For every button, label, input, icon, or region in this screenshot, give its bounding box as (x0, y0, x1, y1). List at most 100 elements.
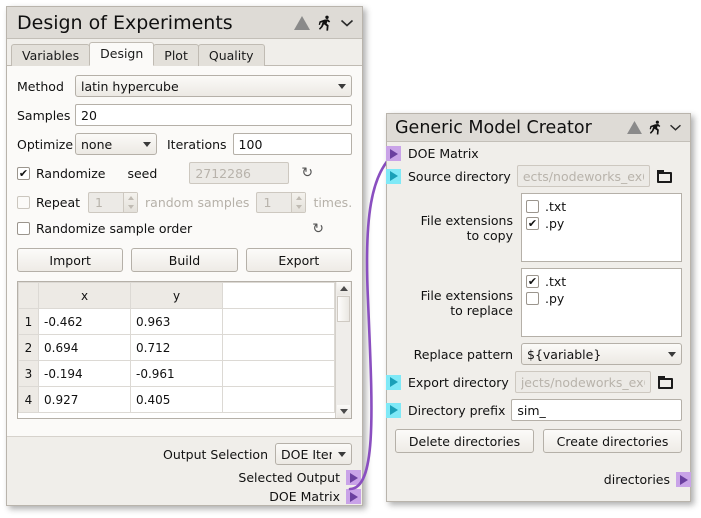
table-header-row: x y (19, 283, 335, 309)
repeat-checkbox[interactable] (17, 196, 30, 209)
chevron-down-icon[interactable] (340, 18, 354, 28)
run-person-icon[interactable] (649, 120, 662, 135)
input-port-export-directory[interactable] (386, 375, 401, 390)
repeat-count-stepper[interactable]: 1 (88, 192, 138, 213)
extensions-copy-listbox[interactable]: .txt ✔ .py (521, 193, 682, 262)
optimize-row: Optimize none Iterations 100 (17, 133, 352, 155)
doe-title: Design of Experiments (17, 12, 294, 34)
directory-prefix-input[interactable]: sim_ (511, 399, 682, 421)
import-button[interactable]: Import (17, 248, 123, 272)
output-port-doe-matrix[interactable] (346, 489, 361, 504)
table-row[interactable]: 3 -0.194 -0.961 (19, 361, 335, 387)
source-directory-row: Source directory ects/nodeworks_ex6 (387, 165, 682, 187)
doe-matrix-table[interactable]: x y 1 -0.462 0.963 2 0.694 (17, 281, 352, 419)
tab-quality[interactable]: Quality (198, 44, 265, 66)
seed-input[interactable]: 2712286 (189, 162, 289, 184)
run-person-icon[interactable] (318, 15, 332, 31)
chevron-down-icon[interactable] (669, 123, 682, 132)
export-button[interactable]: Export (246, 248, 352, 272)
cell-x[interactable]: 0.694 (39, 335, 131, 361)
folder-icon[interactable] (657, 170, 672, 183)
method-value: latin hypercube (81, 79, 332, 94)
list-item[interactable]: ✔ .py (526, 215, 677, 232)
output-selection-combo[interactable]: DOE Iter (275, 443, 352, 465)
doe-tabbar[interactable]: Variables Design Plot Quality (7, 39, 362, 66)
refresh-icon[interactable]: ↻ (301, 166, 313, 180)
directory-prefix-row: Directory prefix sim_ (387, 399, 682, 421)
selected-output-label: Selected Output (238, 470, 340, 485)
list-item[interactable]: .py (526, 290, 677, 307)
randomize-order-label: Randomize sample order (36, 221, 192, 236)
refresh-icon[interactable]: ↻ (312, 222, 324, 236)
replace-pattern-combo[interactable]: ${variable} (521, 343, 682, 365)
source-directory-input[interactable]: ects/nodeworks_ex6 (517, 165, 650, 187)
list-item[interactable]: .txt (526, 198, 677, 215)
randomize-checkbox[interactable]: ✔ (17, 167, 30, 180)
table-row[interactable]: 1 -0.462 0.963 (19, 309, 335, 335)
scroll-up-arrow-icon[interactable] (337, 282, 350, 295)
scroll-down-arrow-icon[interactable] (337, 405, 350, 418)
doe-table[interactable]: x y 1 -0.462 0.963 2 0.694 (18, 282, 335, 413)
create-directories-button[interactable]: Create directories (543, 429, 682, 453)
extension-checkbox-py[interactable] (526, 292, 539, 305)
randomize-order-checkbox[interactable] (17, 222, 30, 235)
folder-icon[interactable] (658, 376, 673, 389)
list-item[interactable]: ✔ .txt (526, 273, 677, 290)
export-directory-label: Export directory (408, 375, 509, 390)
input-port-directory-prefix[interactable] (386, 403, 401, 418)
method-combo[interactable]: latin hypercube (75, 75, 352, 97)
tab-plot[interactable]: Plot (153, 44, 199, 66)
design-of-experiments-node[interactable]: Design of Experiments Variables De (6, 6, 363, 506)
label-line-2: to replace (387, 303, 513, 318)
cell-x[interactable]: -0.194 (39, 361, 131, 387)
extensions-replace-row: File extensions to replace ✔ .txt .py (387, 268, 682, 337)
warning-triangle-icon[interactable] (627, 121, 642, 134)
output-port-directories[interactable] (676, 472, 691, 487)
gmc-titlebar[interactable]: Generic Model Creator (387, 114, 690, 142)
cell-y[interactable]: 0.405 (131, 387, 223, 413)
table-row[interactable]: 2 0.694 0.712 (19, 335, 335, 361)
scrollbar-thumb[interactable] (337, 296, 350, 322)
extensions-replace-listbox[interactable]: ✔ .txt .py (521, 268, 682, 337)
extension-checkbox-py[interactable]: ✔ (526, 217, 539, 230)
stepper-buttons[interactable] (291, 193, 305, 212)
output-port-selected-output[interactable] (346, 470, 361, 485)
export-directory-input[interactable]: jects/nodeworks_ex6 (515, 371, 651, 393)
doe-matrix-output-label: DOE Matrix (269, 489, 340, 504)
output-selection-value: DOE Iter (281, 447, 332, 462)
warning-triangle-icon[interactable] (294, 16, 310, 30)
column-header-y[interactable]: y (131, 283, 223, 309)
input-port-doe-matrix[interactable] (386, 146, 401, 161)
cell-x[interactable]: -0.462 (39, 309, 131, 335)
replace-pattern-row: Replace pattern ${variable} (387, 343, 682, 365)
samples-input[interactable]: 20 (75, 104, 352, 126)
table-row[interactable]: 4 0.927 0.405 (19, 387, 335, 413)
delete-directories-button[interactable]: Delete directories (395, 429, 534, 453)
optimize-combo[interactable]: none (75, 133, 157, 155)
tab-design[interactable]: Design (89, 42, 154, 66)
iterations-input[interactable]: 100 (233, 133, 352, 155)
extension-label: .txt (545, 274, 566, 289)
cell-y[interactable]: 0.712 (131, 335, 223, 361)
repeat-row: Repeat 1 random samples 1 times. (17, 192, 352, 213)
cell-y[interactable]: -0.961 (131, 361, 223, 387)
repeat-times-stepper[interactable]: 1 (256, 192, 306, 213)
doe-matrix-input-row: DOE Matrix (387, 146, 682, 161)
seed-value: 2712286 (195, 166, 251, 181)
column-header-x[interactable]: x (39, 283, 131, 309)
extension-checkbox-txt[interactable] (526, 200, 539, 213)
generic-model-creator-node[interactable]: Generic Model Creator (386, 113, 691, 502)
extension-checkbox-txt[interactable]: ✔ (526, 275, 539, 288)
tab-variables[interactable]: Variables (11, 44, 90, 66)
samples-value: 20 (81, 108, 97, 123)
doe-titlebar[interactable]: Design of Experiments (7, 7, 362, 39)
cell-x[interactable]: 0.927 (39, 387, 131, 413)
cell-y[interactable]: 0.963 (131, 309, 223, 335)
table-vertical-scrollbar[interactable] (335, 282, 351, 418)
build-button[interactable]: Build (131, 248, 237, 272)
row-index: 1 (19, 309, 39, 335)
input-port-source-directory[interactable] (386, 169, 401, 184)
randomize-label: Randomize (36, 166, 105, 181)
label-line-1: File extensions (387, 288, 513, 303)
stepper-buttons[interactable] (123, 193, 137, 212)
